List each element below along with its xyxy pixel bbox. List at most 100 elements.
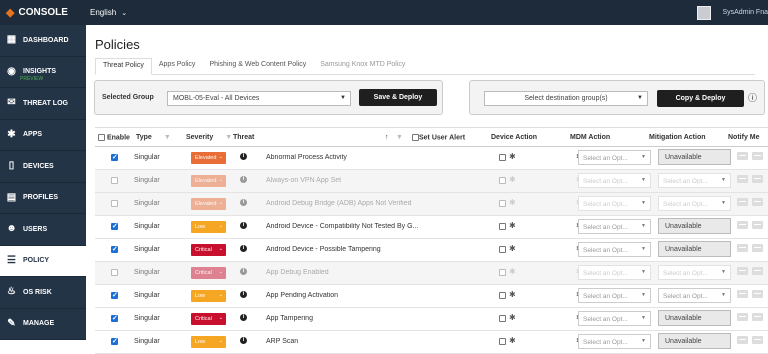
notify-sms-icon[interactable] — [752, 244, 763, 252]
enable-checkbox[interactable] — [111, 153, 118, 161]
enable-cell[interactable] — [111, 269, 118, 276]
mdm-action-select[interactable]: Select an Opt... ▼ — [578, 173, 651, 188]
info-icon[interactable]: i — [240, 268, 247, 275]
severity-select[interactable]: Elevated ⌄ — [191, 175, 226, 187]
alert-cell[interactable] — [499, 177, 506, 184]
enable-cell[interactable] — [111, 291, 118, 299]
severity-select[interactable]: Critical ⌄ — [191, 244, 226, 256]
alert-cell[interactable] — [499, 154, 506, 161]
mdm-action-select[interactable]: Select an Opt... ▼ — [578, 334, 651, 349]
select-all-checkbox[interactable] — [98, 134, 105, 141]
info-icon[interactable]: i — [240, 245, 247, 252]
alert-cell[interactable] — [499, 223, 506, 230]
severity-select[interactable]: Low ⌄ — [191, 336, 226, 348]
severity-select[interactable]: Low ⌄ — [191, 290, 226, 302]
alert-cell[interactable] — [499, 338, 506, 345]
gear-icon[interactable]: ✱ — [509, 198, 516, 207]
alert-checkbox[interactable] — [499, 177, 506, 184]
alert-checkbox[interactable] — [499, 246, 506, 253]
notify-sms-icon[interactable] — [752, 267, 763, 275]
info-icon[interactable]: i — [240, 314, 247, 321]
enable-checkbox[interactable] — [111, 269, 118, 276]
mdm-action-select[interactable]: Select an Opt... ▼ — [578, 288, 651, 303]
sidebar-item-users[interactable]: ☻ USERS — [0, 214, 86, 246]
enable-checkbox[interactable] — [111, 245, 118, 253]
enable-cell[interactable] — [111, 245, 118, 253]
filter-icon[interactable]: ▼ — [396, 134, 403, 141]
severity-select[interactable]: Elevated ⌄ — [191, 198, 226, 210]
enable-cell[interactable] — [111, 222, 118, 230]
enable-checkbox[interactable] — [111, 314, 118, 322]
gear-icon[interactable]: ✱ — [509, 290, 516, 299]
severity-select[interactable]: Low ⌄ — [191, 221, 226, 233]
sidebar-item-profiles[interactable]: ▤ PROFILES — [0, 183, 86, 214]
notify-email-icon[interactable] — [737, 152, 748, 160]
gear-icon[interactable]: ✱ — [509, 152, 516, 161]
enable-header[interactable]: Enable — [98, 134, 130, 141]
notify-email-icon[interactable] — [737, 313, 748, 321]
notify-email-icon[interactable] — [737, 336, 748, 344]
mdm-action-select[interactable]: Select an Opt... ▼ — [578, 196, 651, 211]
mdm-action-select[interactable]: Select an Opt... ▼ — [578, 265, 651, 280]
filter-icon[interactable]: ▼ — [225, 134, 232, 141]
sidebar-item-policy[interactable]: ☰ POLICY — [0, 245, 86, 277]
severity-header[interactable]: Severity ▼ — [186, 134, 232, 141]
sort-icon[interactable]: ↑ — [385, 134, 389, 141]
info-icon[interactable]: i — [240, 337, 247, 344]
alert-checkbox[interactable] — [499, 338, 506, 345]
mdm-action-select[interactable]: Select an Opt... ▼ — [578, 150, 651, 165]
notify-email-icon[interactable] — [737, 267, 748, 275]
info-icon[interactable]: i — [240, 176, 247, 183]
tab-apps-policy[interactable]: Apps Policy — [152, 58, 203, 74]
gear-icon[interactable]: ✱ — [509, 267, 516, 276]
alert-checkbox[interactable] — [499, 315, 506, 322]
info-icon[interactable]: i — [240, 291, 247, 298]
sidebar-item-insights[interactable]: ◉ INSIGHTS PREVIEW — [0, 57, 86, 88]
notify-email-icon[interactable] — [737, 244, 748, 252]
enable-cell[interactable] — [111, 177, 118, 184]
alert-cell[interactable] — [499, 269, 506, 276]
sidebar-item-dashboard[interactable]: ▦ DASHBOARD — [0, 25, 86, 57]
alert-cell[interactable] — [499, 315, 506, 322]
filter-icon[interactable]: ▼ — [164, 134, 171, 141]
enable-cell[interactable] — [111, 153, 118, 161]
alert-cell[interactable] — [499, 200, 506, 207]
alert-header[interactable]: Set User Alert — [412, 134, 465, 141]
alert-checkbox[interactable] — [499, 269, 506, 276]
sidebar-item-apps[interactable]: ✱ APPS — [0, 120, 86, 151]
notify-sms-icon[interactable] — [752, 290, 763, 298]
enable-checkbox[interactable] — [111, 200, 118, 207]
alert-cell[interactable] — [499, 246, 506, 253]
severity-select[interactable]: Elevated ⌄ — [191, 152, 226, 164]
console-logo[interactable]: ◆ CONSOLE — [0, 6, 86, 19]
tab-threat-policy[interactable]: Threat Policy — [95, 58, 152, 75]
alert-checkbox[interactable] — [499, 154, 506, 161]
enable-checkbox[interactable] — [111, 291, 118, 299]
severity-select[interactable]: Critical ⌄ — [191, 313, 226, 325]
info-icon[interactable]: i — [240, 222, 247, 229]
mdm-action-select[interactable]: Select an Opt... ▼ — [578, 242, 651, 257]
tab-phishing-web-content-policy[interactable]: Phishing & Web Content Policy — [202, 58, 313, 74]
threat-header[interactable]: Threat — [233, 134, 254, 141]
mitigation-select[interactable]: Select an Opt... ▼ — [658, 173, 731, 188]
mitigation-select[interactable]: Select an Opt... ▼ — [658, 196, 731, 211]
info-icon[interactable]: i — [240, 199, 247, 206]
user-menu[interactable]: SysAdmin Fna — [697, 0, 768, 25]
group-select[interactable]: MOBL-05-Eval - All Devices ▼ — [167, 91, 351, 106]
alert-checkbox[interactable] — [499, 223, 506, 230]
destination-group-select[interactable]: Select destination group(s) ▼ — [484, 91, 648, 106]
notify-email-icon[interactable] — [737, 175, 748, 183]
enable-checkbox[interactable] — [111, 222, 118, 230]
gear-icon[interactable]: ✱ — [509, 313, 516, 322]
mdm-action-select[interactable]: Select an Opt... ▼ — [578, 219, 651, 234]
alert-checkbox[interactable] — [499, 292, 506, 299]
notify-sms-icon[interactable] — [752, 152, 763, 160]
notify-email-icon[interactable] — [737, 221, 748, 229]
enable-cell[interactable] — [111, 200, 118, 207]
sidebar-item-devices[interactable]: ▯ DEVICES — [0, 151, 86, 183]
mitigation-select[interactable]: Select an Opt... ▼ — [658, 265, 731, 280]
notify-sms-icon[interactable] — [752, 198, 763, 206]
severity-select[interactable]: Critical ⌄ — [191, 267, 226, 279]
notify-email-icon[interactable] — [737, 290, 748, 298]
sidebar-item-manage[interactable]: ✎ MANAGE — [0, 309, 86, 340]
